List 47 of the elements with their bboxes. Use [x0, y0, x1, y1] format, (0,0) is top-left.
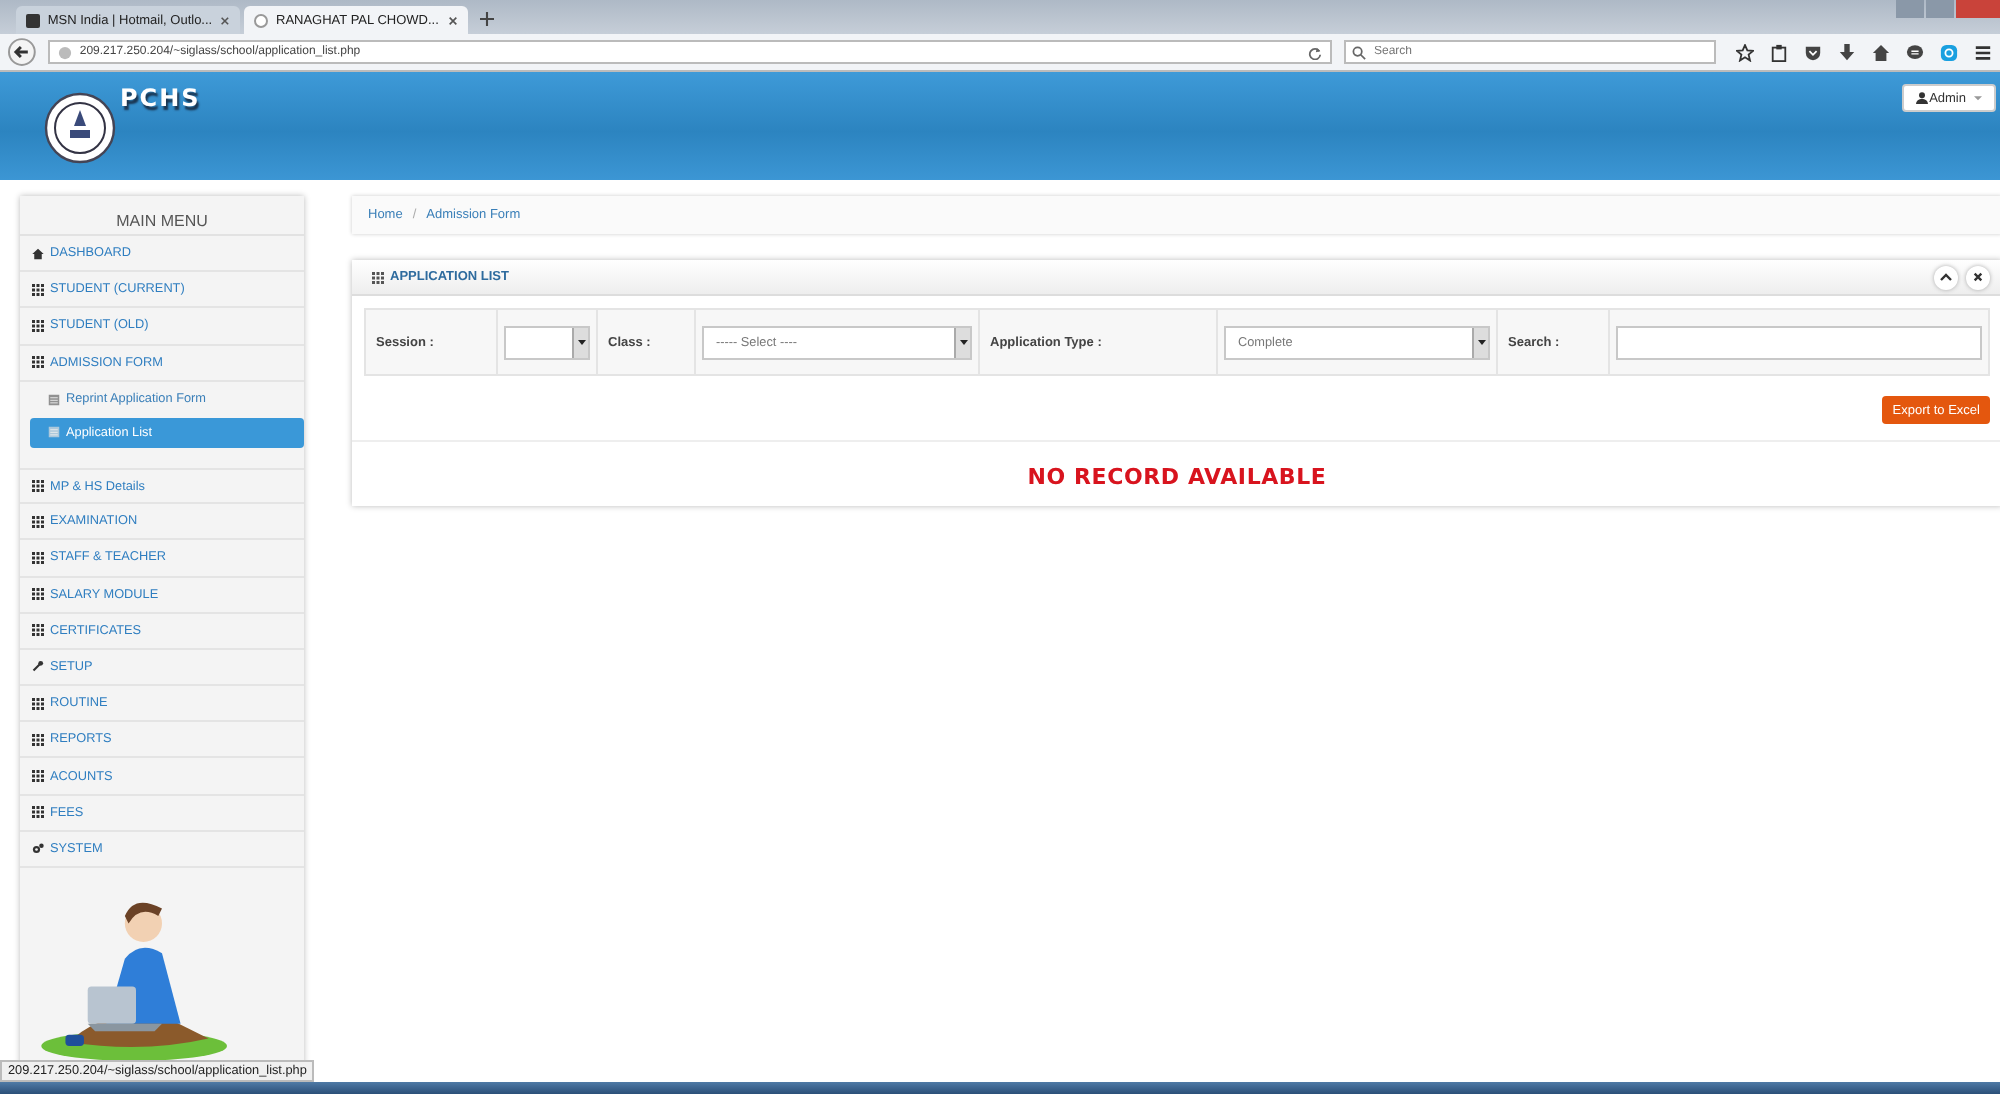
school-emblem-icon[interactable]	[44, 92, 116, 164]
grid-icon	[32, 356, 44, 369]
search-icon	[1352, 45, 1366, 59]
close-icon[interactable]	[220, 15, 230, 25]
logo-text[interactable]: PCHS	[120, 84, 201, 112]
user-icon	[1915, 92, 1928, 104]
empty-message: NO RECORD AVAILABLE	[1025, 462, 1329, 494]
download-icon[interactable]	[1838, 43, 1856, 61]
grid-icon	[32, 480, 44, 493]
close-icon	[1972, 272, 1984, 282]
grid-icon	[32, 588, 44, 601]
globe-icon	[254, 13, 268, 27]
globe-icon	[57, 45, 72, 59]
menu-icon[interactable]	[1974, 43, 1992, 61]
grid-icon	[32, 733, 44, 746]
collapse-button[interactable]	[1934, 265, 1958, 289]
plus-icon[interactable]	[480, 12, 494, 26]
caret-icon	[1974, 95, 1982, 101]
search-input[interactable]	[1616, 325, 1982, 359]
close-icon[interactable]	[448, 15, 458, 25]
pocket-icon[interactable]	[1804, 43, 1822, 61]
window-controls[interactable]	[1896, 0, 2000, 18]
skype-icon[interactable]	[1940, 43, 1958, 61]
clipboard-icon[interactable]	[1770, 43, 1788, 61]
grid-icon	[32, 515, 44, 528]
grid-icon	[32, 624, 44, 637]
reload-icon[interactable]	[1308, 45, 1322, 59]
gears-icon	[32, 842, 44, 855]
grid-icon	[32, 806, 44, 819]
grid-icon	[32, 551, 44, 564]
home-icon[interactable]	[1872, 43, 1890, 61]
grid-icon	[372, 271, 384, 283]
wrench-icon	[32, 660, 44, 673]
close-button[interactable]	[1966, 265, 1990, 289]
menu-title: MAIN MENU	[20, 196, 304, 236]
chevron-up-icon	[1940, 272, 1952, 282]
list-icon	[48, 426, 60, 439]
star-icon[interactable]	[1736, 43, 1754, 61]
back-icon[interactable]	[8, 38, 36, 66]
chat-icon[interactable]	[1906, 43, 1924, 61]
grid-icon	[32, 697, 44, 710]
grid-icon	[32, 319, 44, 332]
page-icon	[26, 13, 40, 27]
grid-icon	[32, 770, 44, 783]
list-icon	[48, 393, 60, 406]
grid-icon	[32, 283, 44, 296]
home-icon	[32, 247, 44, 260]
